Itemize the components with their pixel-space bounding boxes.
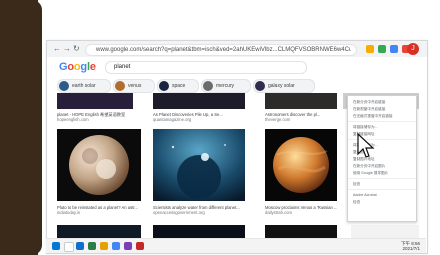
reload-icon[interactable]: ↻ <box>73 45 81 53</box>
menu-separator <box>348 189 416 190</box>
result-image-ocean-planet[interactable] <box>153 129 245 201</box>
app-icon[interactable] <box>136 242 144 250</box>
chip-label: mercury <box>216 83 235 89</box>
menu-item[interactable]: Adobe Acrobat <box>353 193 377 197</box>
result-source: hopeenglish.com <box>57 117 89 122</box>
menu-separator <box>348 178 416 179</box>
chip-thumb <box>59 81 69 91</box>
extension-icon[interactable] <box>390 45 398 53</box>
system-tray-clock[interactable]: 下午 8:56 2021/7/1 <box>401 241 420 251</box>
search-icon[interactable] <box>64 242 74 252</box>
forward-icon[interactable]: → <box>63 45 71 53</box>
chip-space[interactable]: space <box>157 79 199 93</box>
google-logo[interactable]: Google <box>59 61 96 73</box>
logo-letter: G <box>59 61 68 73</box>
venus-image <box>273 137 329 193</box>
result-source: openaccessgovernment.org <box>153 210 205 215</box>
result-source: indiatoday.in <box>57 210 81 215</box>
browser-toolbar: ← → ↻ www.google.com/search?q=planet&tbm… <box>47 41 427 58</box>
chip-label: space <box>172 83 186 89</box>
result-image-pluto[interactable] <box>57 129 141 201</box>
pluto-image <box>69 135 129 195</box>
chip-thumb <box>159 81 169 91</box>
chip-label: venus <box>128 83 142 89</box>
screen: ← → ↻ www.google.com/search?q=planet&tbm… <box>0 0 440 255</box>
search-query: planet <box>114 64 131 70</box>
ocean-planet-image <box>153 129 245 201</box>
app-icon[interactable] <box>100 242 108 250</box>
menu-item[interactable]: 检查 <box>353 200 360 204</box>
chip-label: galaxy solar <box>268 83 295 89</box>
mouse-cursor-icon <box>357 133 375 158</box>
menu-item[interactable]: 将链接储存为... <box>353 125 378 129</box>
result-image[interactable] <box>153 93 245 109</box>
menu-item[interactable]: 在无痕式视窗中开启链接 <box>353 114 393 118</box>
menu-item[interactable]: 在新分页中开启链接 <box>353 100 385 104</box>
search-input[interactable]: planet <box>105 61 307 74</box>
address-text: www.google.com/search?q=planet&tbm=isch&… <box>96 47 351 53</box>
app-icon[interactable] <box>124 242 132 250</box>
menu-item[interactable]: 在新视窗中开启链接 <box>353 107 385 111</box>
result-source: quantamagazine.org <box>153 117 192 122</box>
extension-icon[interactable] <box>378 45 386 53</box>
menu-item[interactable]: 检查 <box>353 182 360 186</box>
address-bar[interactable]: www.google.com/search?q=planet&tbm=isch&… <box>85 44 357 56</box>
windows-taskbar: 下午 8:56 2021/7/1 <box>46 238 426 253</box>
google-search-header: Google planet <box>47 57 427 77</box>
result-image[interactable] <box>265 93 337 109</box>
result-image[interactable] <box>57 93 133 109</box>
result-source: dailystrah.com <box>265 210 292 215</box>
chip-venus[interactable]: venus <box>113 79 155 93</box>
logo-letter: e <box>89 61 96 73</box>
chip-thumb <box>203 81 213 91</box>
menu-item[interactable]: 使用 Google 搜寻图片 <box>353 171 388 175</box>
chip-mercury[interactable]: mercury <box>201 79 251 93</box>
taskview-icon[interactable] <box>76 242 84 250</box>
back-icon[interactable]: ← <box>53 45 61 53</box>
chrome-icon[interactable] <box>112 242 120 250</box>
extension-icon[interactable] <box>366 45 374 53</box>
chip-earth-solar[interactable]: earth solar <box>57 79 111 93</box>
profile-avatar[interactable]: J <box>407 43 419 55</box>
app-icon[interactable] <box>88 242 96 250</box>
clock-date: 2021/7/1 <box>402 246 420 251</box>
chip-thumb <box>115 81 125 91</box>
suggestion-chips: earth solar venus space mercury galaxy s… <box>47 77 427 93</box>
start-icon[interactable] <box>52 242 60 250</box>
menu-separator <box>348 121 416 122</box>
chip-thumb <box>255 81 265 91</box>
left-decor-edge <box>32 0 42 255</box>
result-image-venus[interactable] <box>265 129 337 201</box>
chip-label: earth solar <box>72 83 96 89</box>
result-source: theverge.com <box>265 117 291 122</box>
menu-item[interactable]: 在新分页中开启图片 <box>353 164 385 168</box>
chip-galaxy-solar[interactable]: galaxy solar <box>253 79 315 93</box>
